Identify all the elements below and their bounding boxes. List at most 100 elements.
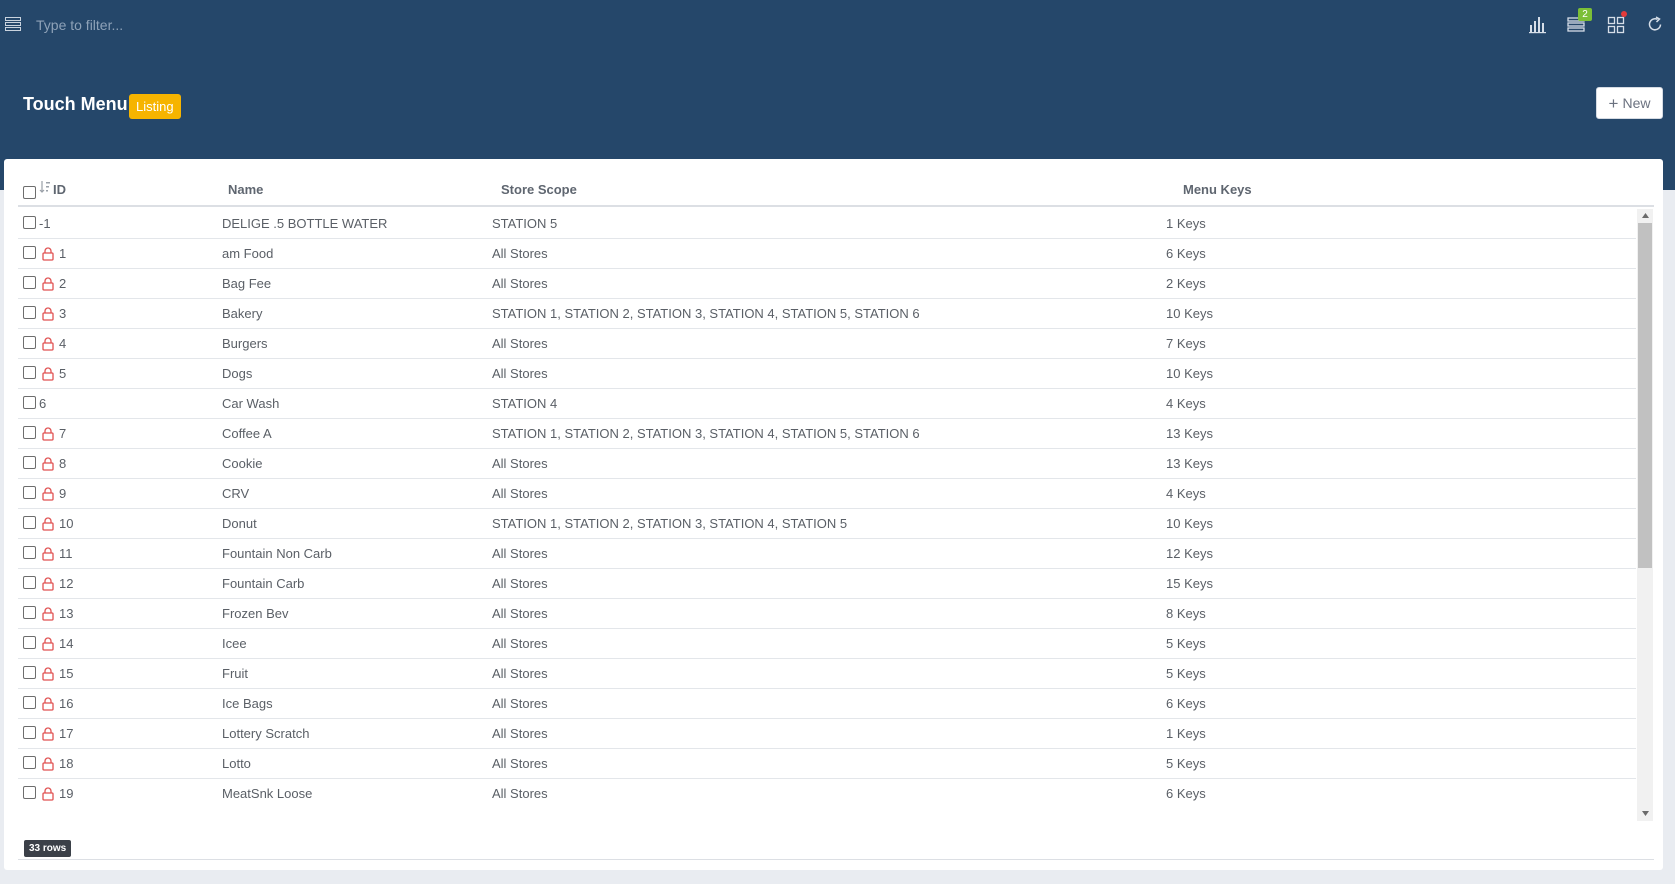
bar-chart-icon[interactable] [1528, 14, 1548, 34]
filter-input[interactable] [36, 13, 436, 37]
row-name: DELIGE .5 BOTTLE WATER [222, 216, 388, 231]
row-menu-keys: 1 Keys [1166, 726, 1206, 741]
row-checkbox[interactable] [23, 696, 36, 709]
table-row[interactable]: 8 Cookie All Stores 13 Keys [18, 449, 1636, 479]
new-button[interactable]: + New [1596, 87, 1663, 119]
table-row[interactable]: 6 Car Wash STATION 4 4 Keys [18, 389, 1636, 419]
table-row[interactable]: 12 Fountain Carb All Stores 15 Keys [18, 569, 1636, 599]
row-menu-keys: 5 Keys [1166, 666, 1206, 681]
row-checkbox[interactable] [23, 636, 36, 649]
row-name: Donut [222, 516, 257, 531]
lock-icon [42, 697, 54, 711]
row-name: Bakery [222, 306, 263, 321]
row-name: Dogs [222, 366, 253, 381]
row-name: Coffee A [222, 426, 272, 441]
row-checkbox[interactable] [23, 786, 36, 799]
lock-icon [42, 277, 54, 291]
table-row[interactable]: 14 Icee All Stores 5 Keys [18, 629, 1636, 659]
table-row[interactable]: 15 Fruit All Stores 5 Keys [18, 659, 1636, 689]
row-checkbox[interactable] [23, 516, 36, 529]
column-header-id[interactable]: ID [53, 181, 66, 209]
new-button-label: New [1622, 95, 1651, 111]
row-checkbox[interactable] [23, 336, 36, 349]
row-store-scope: All Stores [492, 756, 548, 771]
row-id: 4 [59, 336, 67, 351]
row-store-scope: All Stores [492, 726, 548, 741]
sort-icon[interactable] [39, 180, 51, 194]
row-id: 5 [59, 366, 67, 381]
row-checkbox[interactable] [23, 276, 36, 289]
scroll-up-arrow-icon[interactable] [1637, 209, 1653, 223]
lock-icon [42, 307, 54, 321]
row-store-scope: All Stores [492, 456, 548, 471]
row-checkbox[interactable] [23, 546, 36, 559]
row-name: Fountain Non Carb [222, 546, 332, 561]
scroll-down-arrow-icon[interactable] [1637, 807, 1653, 821]
row-checkbox[interactable] [23, 396, 36, 409]
row-checkbox[interactable] [23, 606, 36, 619]
table-row[interactable]: 7 Coffee A STATION 1, STATION 2, STATION 3… [18, 419, 1636, 449]
row-id: 12 [59, 576, 74, 591]
row-checkbox[interactable] [23, 666, 36, 679]
row-checkbox[interactable] [23, 756, 36, 769]
table-row[interactable]: 4 Burgers All Stores 7 Keys [18, 329, 1636, 359]
row-menu-keys: 6 Keys [1166, 246, 1206, 261]
table-row[interactable]: 5 Dogs All Stores 10 Keys [18, 359, 1636, 389]
vertical-scrollbar[interactable] [1637, 209, 1653, 821]
column-header-menu-keys[interactable]: Menu Keys [1183, 181, 1252, 209]
table-row[interactable]: -1 DELIGE .5 BOTTLE WATER STATION 5 1 Keys [18, 209, 1636, 239]
table-body: -1 DELIGE .5 BOTTLE WATER STATION 51 Keys 1… [18, 209, 1636, 807]
row-checkbox[interactable] [23, 216, 36, 229]
row-store-scope: All Stores [492, 276, 548, 291]
table-row[interactable]: 1 am Food All Stores 6 Keys [18, 239, 1636, 269]
row-checkbox[interactable] [23, 246, 36, 259]
row-name: Lottery Scratch [222, 726, 310, 741]
row-menu-keys: 2 Keys [1166, 276, 1206, 291]
row-menu-keys: 1 Keys [1166, 216, 1206, 231]
table-row[interactable]: 18 Lotto All Stores 5 Keys [18, 749, 1636, 779]
page-title: Touch Menu [23, 94, 128, 114]
row-checkbox[interactable] [23, 426, 36, 439]
listing-badge: Listing [129, 94, 181, 119]
row-name: Ice Bags [222, 696, 273, 711]
table-row[interactable]: 17 Lottery Scratch All Stores 1 Keys [18, 719, 1636, 749]
table-row[interactable]: 2 Bag Fee All Stores 2 Keys [18, 269, 1636, 299]
menu-icon[interactable] [5, 17, 21, 32]
plus-icon: + [1608, 93, 1619, 113]
row-id: 10 [59, 516, 74, 531]
row-name: Fruit [222, 666, 248, 681]
row-name: Bag Fee [222, 276, 272, 291]
row-checkbox[interactable] [23, 576, 36, 589]
row-store-scope: STATION 1, STATION 2, STATION 3, STATION… [492, 426, 920, 441]
row-id: 13 [59, 606, 74, 621]
row-checkbox[interactable] [23, 366, 36, 379]
refresh-icon[interactable] [1645, 14, 1665, 34]
grid-icon[interactable] [1606, 14, 1626, 34]
row-checkbox[interactable] [23, 486, 36, 499]
scroll-thumb[interactable] [1638, 223, 1652, 568]
column-header-store-scope[interactable]: Store Scope [501, 181, 577, 209]
select-all-checkbox[interactable] [23, 186, 36, 199]
table-row[interactable]: 3 Bakery STATION 1, STATION 2, STATION 3, … [18, 299, 1636, 329]
table-row[interactable]: 13 Frozen Bev All Stores 8 Keys [18, 599, 1636, 629]
row-checkbox[interactable] [23, 726, 36, 739]
lock-icon [42, 487, 54, 501]
row-checkbox[interactable] [23, 456, 36, 469]
row-menu-keys: 10 Keys [1166, 366, 1213, 381]
row-id: 1 [59, 246, 67, 261]
footer-divider [18, 859, 1654, 860]
row-name: Icee [222, 636, 247, 651]
row-store-scope: All Stores [492, 366, 548, 381]
lock-icon [42, 787, 54, 801]
column-header-name[interactable]: Name [228, 181, 263, 209]
table-row[interactable]: 10 Donut STATION 1, STATION 2, STATION 3, … [18, 509, 1636, 539]
table-row[interactable]: 11 Fountain Non Carb All Stores 12 Keys [18, 539, 1636, 569]
lock-icon [42, 637, 54, 651]
table-row[interactable]: 19 MeatSnk Loose All Stores 6 Keys [18, 779, 1636, 807]
lock-icon [42, 517, 54, 531]
row-name: Fountain Carb [222, 576, 305, 591]
row-menu-keys: 4 Keys [1166, 486, 1206, 501]
table-row[interactable]: 9 CRV All Stores 4 Keys [18, 479, 1636, 509]
row-checkbox[interactable] [23, 306, 36, 319]
table-row[interactable]: 16 Ice Bags All Stores 6 Keys [18, 689, 1636, 719]
